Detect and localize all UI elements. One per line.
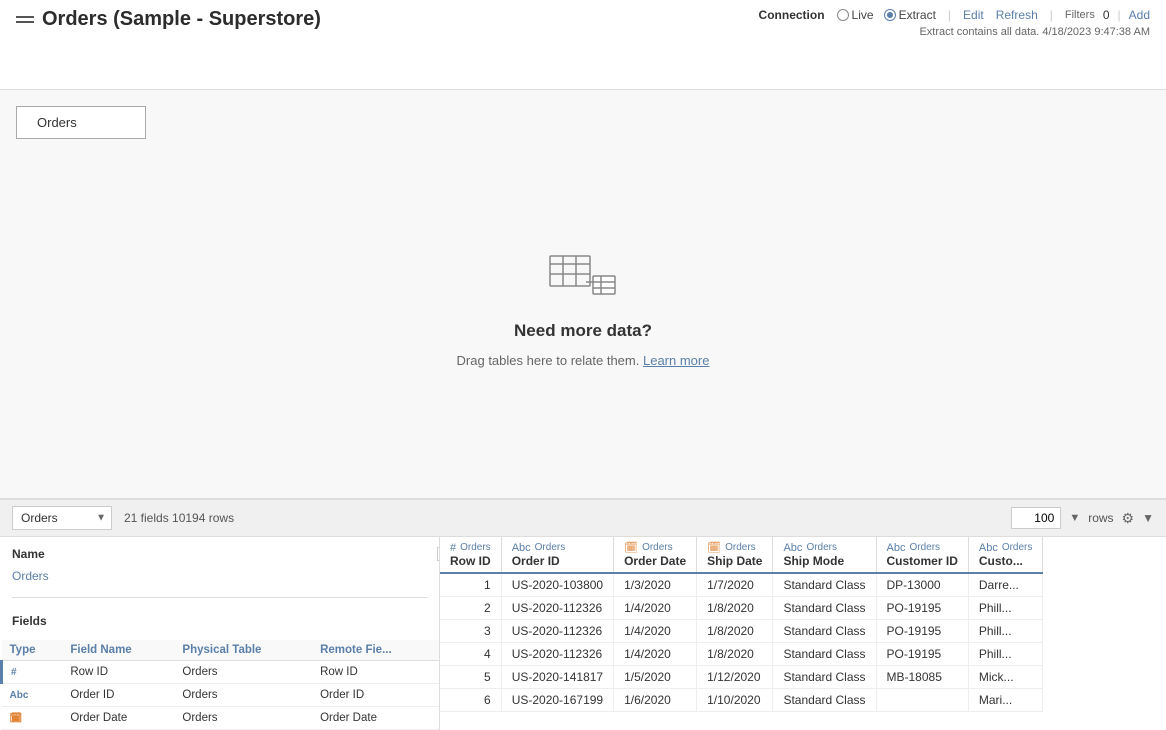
field-table: Orders [174, 661, 312, 684]
need-more-data: Need more data? [514, 321, 652, 341]
fields-section: Fields [0, 604, 439, 640]
abc-type-icon4: Abc [979, 542, 998, 554]
top-left: Orders (Sample - Superstore) [16, 8, 321, 31]
top-bar: Orders (Sample - Superstore) Connection … [0, 0, 1166, 90]
abc-type-icon: Abc [512, 542, 531, 554]
settings-icon[interactable]: ⚙ [1122, 510, 1135, 527]
cal-icon: 🗓 [10, 713, 23, 724]
col-fieldname-header: Field Name [62, 640, 174, 661]
edit-link[interactable]: Edit [963, 8, 984, 22]
field-name: Order ID [62, 684, 174, 707]
name-label: Name [12, 547, 427, 561]
extract-label: Extract [899, 8, 936, 22]
table-row: # Row ID Orders Row ID [2, 661, 440, 684]
table-row: 6 US-2020-167199 1/6/2020 1/10/2020 Stan… [440, 689, 1043, 712]
bottom-panel: Orders ▼ 21 fields 10194 rows ▼ rows ⚙ ▼… [0, 500, 1166, 730]
filters-section: Filters 0 | Add [1065, 8, 1150, 22]
field-table: Orders [174, 707, 312, 730]
live-radio-circle [837, 9, 849, 21]
divider1 [12, 597, 427, 598]
name-section: Name Orders [0, 537, 439, 591]
table-select-wrap[interactable]: Orders ▼ [12, 506, 112, 530]
table-row: 1 US-2020-103800 1/3/2020 1/7/2020 Stand… [440, 573, 1043, 597]
live-radio[interactable]: Live [837, 8, 874, 22]
table-row: 3 US-2020-112326 1/4/2020 1/8/2020 Stand… [440, 620, 1043, 643]
canvas-area: Orders Need more data? Drag tables here … [0, 90, 1166, 500]
separator2: | [1050, 8, 1053, 22]
collapse-icon[interactable]: ▼ [1142, 511, 1154, 525]
data-panel: ‹ Name Orders Fields Type Field Name Phy… [0, 537, 1166, 730]
cal-type-icon2: 🗓 [707, 541, 721, 554]
menu-icon[interactable] [16, 11, 34, 29]
rows-input[interactable] [1011, 507, 1061, 529]
col-customer: AbcOrders Custo... [968, 537, 1043, 573]
fields-label: Fields [12, 614, 427, 628]
refresh-link[interactable]: Refresh [996, 8, 1038, 22]
arrow-icon: ▼ [1069, 512, 1080, 524]
left-sidebar: ‹ Name Orders Fields Type Field Name Phy… [0, 537, 440, 730]
fields-info: 21 fields 10194 rows [124, 511, 234, 525]
add-link[interactable]: Add [1129, 8, 1150, 22]
data-grid: #Orders Row ID AbcOrders Order ID 🗓Order… [440, 537, 1043, 712]
separator1: | [948, 8, 951, 22]
orders-box[interactable]: Orders [16, 106, 146, 139]
cal-type-icon: 🗓 [624, 541, 638, 554]
abc-icon: Abc [10, 690, 29, 701]
hash-type-icon: # [450, 542, 456, 554]
abc-type-icon3: Abc [887, 542, 906, 554]
col-type-header: Type [2, 640, 63, 661]
field-name: Row ID [62, 661, 174, 684]
rows-label: rows [1088, 511, 1113, 525]
abc-type-icon2: Abc [783, 542, 802, 554]
center-area: Need more data? Drag tables here to rela… [16, 139, 1150, 482]
toolbar-right: ▼ rows ⚙ ▼ [1011, 507, 1154, 529]
extract-radio[interactable]: Extract [884, 8, 936, 22]
radio-group: Live Extract [837, 8, 936, 22]
table-row: Abc Order ID Orders Order ID [2, 684, 440, 707]
table-row: 5 US-2020-141817 1/5/2020 1/12/2020 Stan… [440, 666, 1043, 689]
col-order-id: AbcOrders Order ID [501, 537, 613, 573]
fields-table: Type Field Name Physical Table Remote Fi… [0, 640, 439, 730]
connection-label: Connection [759, 8, 825, 22]
col-ship-mode: AbcOrders Ship Mode [773, 537, 876, 573]
hash-icon: # [11, 667, 17, 678]
connection-row: Connection Live Extract | Edit Refresh |… [759, 8, 1150, 22]
table-row: 🗓 Order Date Orders Order Date [2, 707, 440, 730]
page-title: Orders (Sample - Superstore) [42, 8, 321, 31]
col-ship-date: 🗓Orders Ship Date [697, 537, 773, 573]
col-remote-header: Remote Fie... [312, 640, 439, 661]
field-name: Order Date [62, 707, 174, 730]
col-table-header: Physical Table [174, 640, 312, 661]
field-remote: Row ID [312, 661, 439, 684]
separator3: | [1118, 8, 1121, 22]
drag-hint: Drag tables here to relate them. Learn m… [457, 353, 710, 368]
live-label: Live [852, 8, 874, 22]
col-row-id: #Orders Row ID [440, 537, 501, 573]
field-table: Orders [174, 684, 312, 707]
filters-count: 0 [1103, 8, 1110, 22]
toolbar-row: Orders ▼ 21 fields 10194 rows ▼ rows ⚙ ▼ [0, 500, 1166, 537]
field-remote: Order Date [312, 707, 439, 730]
orders-sidebar-item[interactable]: Orders [12, 567, 427, 585]
learn-more-link[interactable]: Learn more [643, 353, 709, 368]
field-remote: Order ID [312, 684, 439, 707]
table-row: 4 US-2020-112326 1/4/2020 1/8/2020 Stand… [440, 643, 1043, 666]
top-right: Connection Live Extract | Edit Refresh |… [759, 8, 1150, 38]
extract-info: Extract contains all data. 4/18/2023 9:4… [919, 26, 1150, 38]
extract-radio-circle [884, 9, 896, 21]
data-grid-wrap: #Orders Row ID AbcOrders Order ID 🗓Order… [440, 537, 1166, 730]
col-customer-id: AbcOrders Customer ID [876, 537, 968, 573]
filters-label: Filters [1065, 9, 1095, 21]
table-row: 2 US-2020-112326 1/4/2020 1/8/2020 Stand… [440, 597, 1043, 620]
col-order-date: 🗓Orders Order Date [614, 537, 697, 573]
table-select[interactable]: Orders [12, 506, 112, 530]
table-icon [548, 254, 618, 309]
